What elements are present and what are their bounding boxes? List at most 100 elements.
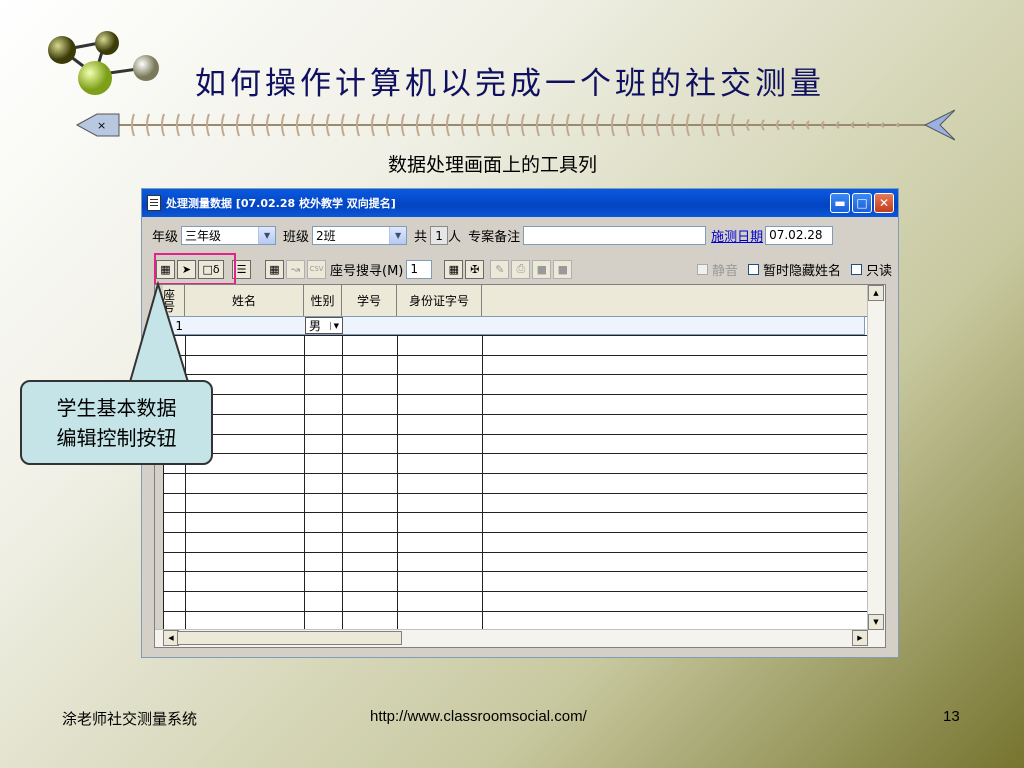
- grid-row-line: [163, 532, 867, 533]
- grid-row-line: [163, 433, 867, 435]
- seat-search-input[interactable]: 1: [406, 259, 433, 279]
- class-value: 2班: [316, 229, 336, 243]
- grid-row-line: [163, 610, 867, 612]
- gender-select[interactable]: 男 ▼: [305, 317, 343, 334]
- page-number: 13: [943, 708, 960, 725]
- grid-row-line: [163, 413, 867, 415]
- remarks-label: 专案备注: [468, 230, 521, 245]
- fishbone-divider: ×: [75, 109, 955, 141]
- window-title: 处理测量数据 [07.02.28 校外教学 双向提名]: [166, 197, 396, 210]
- print-button[interactable]: ⎙: [511, 259, 531, 279]
- edit-doc-icon: ✎: [495, 262, 505, 276]
- class-label: 班级: [283, 230, 310, 245]
- hide-names-checkbox[interactable]: [747, 263, 759, 275]
- student-data-grid[interactable]: 座号 姓名 性别 学号 身份证字号 1 男 ▼ ▲ ▼ ◀ ▶: [154, 284, 886, 648]
- table-icon: ▦: [448, 262, 460, 276]
- grid-row-line: [163, 492, 867, 494]
- col-student-no[interactable]: 学号: [342, 285, 397, 316]
- remarks-input[interactable]: [523, 226, 707, 245]
- test-date-link[interactable]: 施测日期: [711, 226, 763, 245]
- chevron-down-icon: ▼: [389, 227, 407, 244]
- app-icon: [147, 195, 161, 211]
- readonly-label: 只读: [865, 263, 892, 279]
- close-button[interactable]: ✕: [874, 193, 894, 213]
- mute-label: 静音: [711, 263, 738, 279]
- readonly-checkbox[interactable]: [850, 263, 862, 275]
- export-button[interactable]: ■: [532, 259, 552, 279]
- callout-line-2: 编辑控制按钮: [56, 425, 177, 450]
- grid-row-line: [163, 551, 867, 553]
- hide-names-label: 暂时隐藏姓名: [762, 263, 841, 279]
- grid-row-line: [163, 354, 867, 356]
- table-button[interactable]: ▦: [265, 259, 284, 279]
- horizontal-scrollbar[interactable]: ◀ ▶: [155, 629, 868, 647]
- table-view-button[interactable]: ▦: [444, 259, 464, 279]
- molecule-logo-icon: [48, 31, 159, 95]
- slide-title: 如何操作计算机以完成一个班的社交测量: [195, 66, 825, 102]
- grid-row-line: [163, 512, 867, 514]
- print-icon: ⎙: [516, 262, 526, 275]
- name-cell[interactable]: [186, 317, 305, 334]
- student-no-cell[interactable]: [343, 317, 398, 334]
- grid-row-line: [163, 472, 867, 474]
- grid-row-line: [163, 335, 867, 336]
- class-select[interactable]: 2班 ▼: [312, 226, 408, 245]
- chevron-down-icon: ▼: [258, 227, 276, 244]
- grade-value: 三年级: [185, 229, 222, 243]
- minimize-icon: ▬: [834, 196, 846, 210]
- export2-icon: ■: [557, 262, 569, 276]
- edit-doc-button[interactable]: ✎: [490, 259, 510, 279]
- maximize-button[interactable]: □: [852, 193, 872, 213]
- vertical-scrollbar[interactable]: ▲ ▼: [867, 285, 885, 647]
- total-prefix: 共: [414, 230, 428, 245]
- scroll-down-icon[interactable]: ▼: [868, 614, 884, 630]
- scroll-right-icon[interactable]: ▶: [852, 630, 868, 646]
- subtitle: 数据处理画面上的工具列: [388, 154, 598, 176]
- id-no-cell[interactable]: [398, 317, 483, 334]
- seat-cell[interactable]: 1: [164, 317, 186, 334]
- callout-box: 学生基本数据 编辑控制按钮: [20, 380, 213, 465]
- total-count: 1: [430, 226, 449, 245]
- gender-value: 男: [309, 319, 322, 333]
- grid-row-line: [163, 394, 867, 396]
- csv-button[interactable]: CSV: [307, 259, 326, 279]
- notes-icon: ☰: [236, 262, 247, 276]
- grade-select[interactable]: 三年级 ▼: [181, 226, 277, 245]
- table-row[interactable]: 1 男 ▼: [163, 316, 865, 335]
- test-date-input[interactable]: 07.02.28: [765, 226, 834, 245]
- col-blank: [482, 285, 868, 316]
- col-name[interactable]: 姓名: [185, 285, 304, 316]
- export2-button[interactable]: ■: [553, 259, 573, 279]
- import-button[interactable]: ↝: [286, 259, 305, 279]
- col-seat[interactable]: 座号: [163, 285, 185, 316]
- col-gender[interactable]: 性别: [304, 285, 342, 316]
- window-titlebar[interactable]: 处理测量数据 [07.02.28 校外教学 双向提名] ▬ □ ✕: [142, 189, 898, 217]
- student-edit-buttons-highlight: [154, 253, 236, 285]
- col-id-no[interactable]: 身份证字号: [397, 285, 482, 316]
- csv-icon: CSV: [309, 265, 324, 273]
- import-icon: ↝: [290, 262, 301, 276]
- export-icon: ■: [536, 262, 548, 276]
- callout-line-1: 学生基本数据: [56, 395, 177, 420]
- grade-label: 年级: [152, 230, 179, 245]
- grid-header: 座号 姓名 性别 学号 身份证字号: [163, 285, 868, 317]
- grid-row-line: [163, 571, 867, 573]
- svg-text:×: ×: [97, 119, 106, 132]
- footer-url[interactable]: http://www.classroomsocial.com/: [370, 708, 587, 725]
- data-processing-window: 处理测量数据 [07.02.28 校外教学 双向提名] ▬ □ ✕ 年级 三年级…: [141, 188, 899, 658]
- network-button[interactable]: ✠: [465, 259, 485, 279]
- grid-row-line: [163, 374, 867, 376]
- horizontal-scroll-thumb[interactable]: [177, 631, 402, 645]
- table-icon: ▦: [269, 262, 280, 276]
- total-suffix: 人: [448, 230, 462, 245]
- mute-checkbox[interactable]: [696, 263, 708, 275]
- minimize-button[interactable]: ▬: [830, 193, 850, 213]
- close-icon: ✕: [878, 196, 890, 210]
- chevron-down-icon: ▼: [329, 321, 342, 330]
- seat-search-label: 座号搜寻(M): [330, 263, 404, 279]
- footer-system-name: 涂老师社交测量系统: [62, 710, 198, 728]
- grid-row-line: [163, 591, 867, 593]
- grid-row-line: [163, 453, 867, 455]
- maximize-icon: □: [856, 196, 868, 210]
- scroll-up-icon[interactable]: ▲: [868, 285, 884, 301]
